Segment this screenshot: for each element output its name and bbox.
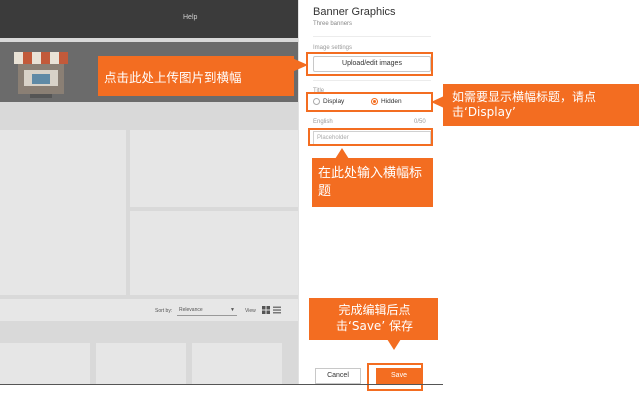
callout-save: 完成编辑后点击‘Save’ 保存 xyxy=(309,298,438,340)
grid-view-icon[interactable] xyxy=(262,306,270,314)
highlight-title-options xyxy=(306,92,433,112)
sort-select[interactable]: Relevance ▼ xyxy=(177,305,237,316)
screenshot-stage: Help Sort by: Relevance ▼ View Banner Gr… xyxy=(0,0,639,395)
sort-value: Relevance xyxy=(179,307,203,313)
divider xyxy=(313,80,431,81)
storefront-icon xyxy=(14,52,68,98)
content-block xyxy=(130,211,298,295)
help-link[interactable]: Help xyxy=(183,14,197,21)
callout-save-text: 完成编辑后点击‘Save’ 保存 xyxy=(336,303,413,333)
product-card[interactable] xyxy=(0,343,90,384)
highlight-upload xyxy=(306,52,433,76)
callout-upload-text: 点击此处上传图片到横幅 xyxy=(104,70,242,85)
callout-display: 如需要显示横幅标题，请点击‘Display’ xyxy=(443,84,639,126)
chevron-down-icon: ▼ xyxy=(230,307,235,313)
callout-display-pointer xyxy=(431,96,444,108)
panel-title: Banner Graphics xyxy=(313,6,396,18)
list-view-icon[interactable] xyxy=(273,306,281,314)
bottom-divider xyxy=(0,384,443,385)
divider xyxy=(313,36,431,37)
callout-input-text: 在此处输入横幅标题 xyxy=(318,166,423,199)
highlight-save xyxy=(367,363,423,391)
content-block xyxy=(0,130,126,295)
callout-upload: 点击此处上传图片到横幅 xyxy=(98,56,294,96)
product-card[interactable] xyxy=(96,343,186,384)
panel-subtitle: Three banners xyxy=(313,21,353,27)
callout-upload-pointer xyxy=(292,58,308,72)
callout-input-pointer xyxy=(335,148,349,159)
callout-save-pointer xyxy=(387,339,401,350)
language-label: English xyxy=(313,119,333,125)
cancel-button[interactable]: Cancel xyxy=(315,368,361,384)
char-counter: 0/50 xyxy=(414,119,426,125)
view-label: View xyxy=(245,308,256,314)
image-settings-label: Image settings xyxy=(313,45,353,51)
content-block xyxy=(130,130,298,207)
store-top-bar: Help xyxy=(0,0,298,38)
product-card[interactable] xyxy=(192,343,282,384)
sort-label: Sort by: xyxy=(155,308,173,314)
callout-display-text: 如需要显示横幅标题，请点击‘Display’ xyxy=(452,90,597,119)
callout-input: 在此处输入横幅标题 xyxy=(312,158,433,207)
highlight-title-input xyxy=(308,128,433,146)
